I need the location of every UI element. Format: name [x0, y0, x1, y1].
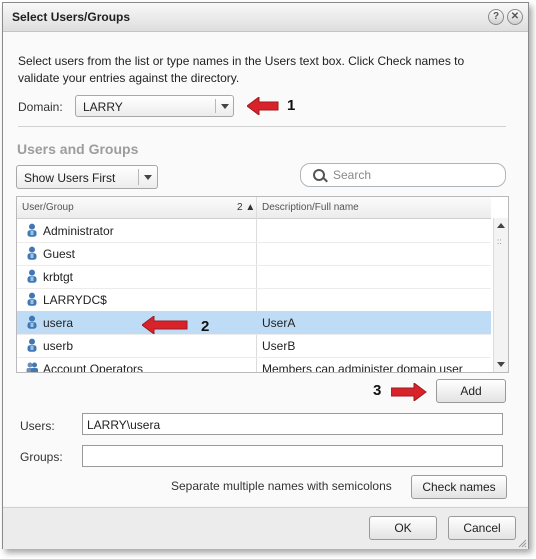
user-icon	[27, 223, 37, 237]
search-input[interactable]: Search	[333, 168, 371, 182]
scroll-up-icon[interactable]	[497, 223, 505, 228]
user-icon	[27, 292, 37, 306]
user-icon	[27, 338, 37, 352]
users-value: LARRY\usera	[87, 418, 161, 432]
user-group-cell: Account Operators	[43, 362, 144, 373]
callout-arrow-left-icon	[247, 97, 279, 115]
help-icon[interactable]: ?	[488, 9, 504, 25]
user-icon	[27, 315, 37, 329]
search-icon	[313, 169, 325, 181]
scroll-down-icon[interactable]	[497, 362, 505, 367]
column-header-user-group[interactable]: User/Group	[22, 202, 74, 213]
table-row[interactable]: Administrator	[17, 219, 491, 243]
table-row[interactable]: Account Operators Members can administer …	[17, 357, 491, 373]
resize-grip-icon[interactable]	[518, 539, 527, 548]
user-group-cell: Guest	[43, 247, 76, 261]
dialog-title: Select Users/Groups	[12, 10, 131, 24]
chevron-down-icon[interactable]	[144, 175, 152, 180]
table-row[interactable]: krbtgt	[17, 265, 491, 289]
table-row[interactable]: Guest	[17, 242, 491, 266]
filter-value: Show Users First	[24, 171, 116, 185]
user-group-cell: userb	[43, 339, 74, 353]
user-group-cell: Administrator	[43, 224, 114, 238]
callout-number-3: 3	[373, 382, 382, 399]
close-icon[interactable]: ✕	[507, 9, 523, 25]
user-group-cell: LARRYDC$	[43, 293, 107, 307]
group-icon	[26, 362, 38, 372]
users-field[interactable]: LARRY\usera	[82, 413, 503, 435]
separator-hint: Separate multiple names with semicolons	[171, 479, 392, 493]
description-cell: Members can administer domain user	[262, 362, 463, 373]
add-button[interactable]: Add	[436, 379, 506, 403]
callout-number-2: 2	[201, 318, 210, 335]
callout-arrow-right-icon	[391, 383, 427, 401]
description-cell: UserB	[262, 339, 296, 353]
dropdown-separator	[138, 169, 139, 185]
table-row[interactable]: usera UserA	[17, 311, 491, 335]
table-row[interactable]: userb UserB	[17, 334, 491, 358]
check-names-button[interactable]: Check names	[411, 475, 507, 499]
ok-button[interactable]: OK	[369, 516, 437, 540]
domain-label: Domain:	[18, 100, 63, 114]
groups-field[interactable]	[82, 445, 503, 467]
domain-value: LARRY	[83, 100, 123, 114]
users-label: Users:	[20, 419, 55, 433]
chevron-down-icon[interactable]	[221, 104, 229, 109]
dialog-body: Select users from the list or type names…	[3, 32, 528, 506]
instructions-text: Select users from the list or type names…	[18, 54, 465, 85]
divider	[18, 126, 506, 127]
title-bar[interactable]: Select Users/Groups ? ✕	[3, 3, 528, 32]
user-group-cell: krbtgt	[43, 270, 74, 284]
vertical-scrollbar[interactable]: ::	[493, 218, 508, 372]
callout-arrow-left-icon	[142, 316, 188, 334]
scroll-thumb-grip-icon[interactable]: ::	[497, 238, 501, 246]
table-header: User/Group 2 ▲ Description/Full name	[17, 197, 491, 219]
filter-select[interactable]: Show Users First	[16, 165, 158, 189]
dropdown-separator	[215, 99, 216, 113]
user-group-cell: usera	[43, 316, 74, 330]
sort-indicator[interactable]: 2 ▲	[237, 202, 255, 213]
select-users-groups-dialog: Select Users/Groups ? ✕ Select users fro…	[2, 2, 529, 549]
table-row[interactable]: LARRYDC$	[17, 288, 491, 312]
domain-select[interactable]: LARRY	[75, 95, 234, 117]
groups-label: Groups:	[20, 450, 63, 464]
dialog-footer: OK Cancel	[3, 507, 528, 549]
section-title: Users and Groups	[17, 141, 139, 157]
column-header-description[interactable]: Description/Full name	[262, 202, 359, 213]
users-groups-table: User/Group 2 ▲ Description/Full name Adm…	[16, 196, 509, 373]
user-icon	[27, 269, 37, 283]
cancel-button[interactable]: Cancel	[448, 516, 516, 540]
search-box[interactable]: Search	[300, 163, 506, 187]
user-icon	[27, 246, 37, 260]
callout-number-1: 1	[287, 97, 296, 114]
description-cell: UserA	[262, 316, 296, 330]
